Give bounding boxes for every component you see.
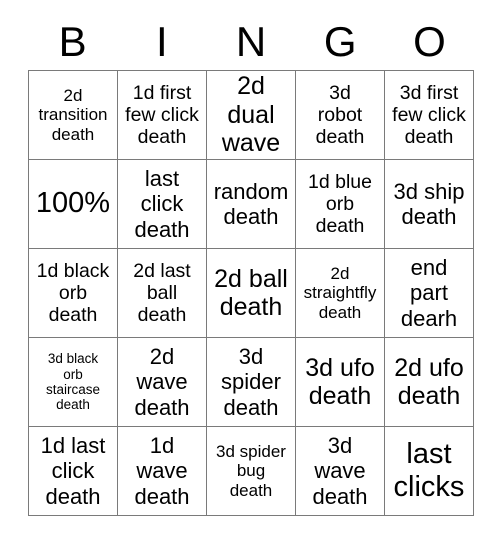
bingo-cell-label: end part dearh (400, 255, 458, 331)
bingo-cell-label: 3d ship death (393, 178, 465, 229)
bingo-cell-label: 1d last click death (40, 433, 106, 509)
bingo-cell-r2c5[interactable]: 3d ship death (385, 160, 474, 249)
bingo-cell-label: 3d robot death (315, 81, 365, 149)
bingo-cell-label: 2d straightfly death (303, 263, 377, 322)
bingo-cell-label: 100% (35, 187, 111, 220)
bingo-cell-r4c2[interactable]: 2d wave death (118, 338, 207, 427)
bingo-cell-r5c4[interactable]: 3d wave death (296, 427, 385, 516)
bingo-cell-label: 1d wave death (134, 433, 190, 509)
header-letter-o: O (413, 18, 446, 65)
bingo-card: B I N G O 2d transition death 1d first fe… (0, 0, 500, 544)
header-letter-n: N (235, 18, 267, 65)
bingo-cell-r3c4[interactable]: 2d straightfly death (296, 249, 385, 338)
bingo-cell-label: 2d wave death (134, 344, 190, 420)
bingo-cell-r2c4[interactable]: 1d blue orb death (296, 160, 385, 249)
bingo-cell-r4c5[interactable]: 2d ufo death (385, 338, 474, 427)
bingo-cell-label: 1d black orb death (36, 259, 110, 327)
bingo-cell-r3c2[interactable]: 2d last ball death (118, 249, 207, 338)
bingo-cell-r3c3[interactable]: 2d ball death (207, 249, 296, 338)
bingo-cell-r4c3[interactable]: 3d spider death (207, 338, 296, 427)
bingo-cell-r5c1[interactable]: 1d last click death (29, 427, 118, 516)
bingo-cell-label: 3d ufo death (305, 353, 375, 411)
bingo-header-row: B I N G O (28, 14, 474, 70)
bingo-cell-r1c4[interactable]: 3d robot death (296, 71, 385, 160)
bingo-grid: 2d transition death 1d first few click de… (28, 70, 474, 516)
bingo-cell-label: 2d ball death (214, 264, 288, 322)
bingo-cell-label: 2d last ball death (133, 259, 191, 327)
bingo-cell-label: 1d first few click death (125, 81, 199, 149)
bingo-cell-r5c3[interactable]: 3d spider bug death (207, 427, 296, 516)
bingo-cell-label: 2d ufo death (394, 353, 464, 411)
bingo-cell-label: last clicks (393, 437, 465, 503)
bingo-cell-label: 3d wave death (312, 433, 368, 509)
bingo-cell-label: 3d black orb staircase death (45, 351, 101, 413)
bingo-cell-r5c5[interactable]: last clicks (385, 427, 474, 516)
bingo-cell-r2c3[interactable]: random death (207, 160, 296, 249)
bingo-cell-r4c4[interactable]: 3d ufo death (296, 338, 385, 427)
bingo-cell-label: random death (213, 178, 289, 229)
header-letter-g: G (323, 18, 357, 65)
bingo-cell-r5c2[interactable]: 1d wave death (118, 427, 207, 516)
bingo-cell-label: last click death (134, 166, 190, 242)
bingo-cell-r2c2[interactable]: last click death (118, 160, 207, 249)
bingo-cell-label: 3d spider death (221, 344, 281, 420)
bingo-cell-label: 3d first few click death (392, 81, 466, 149)
bingo-cell-label: 2d dual wave (221, 72, 281, 158)
bingo-cell-r3c1[interactable]: 1d black orb death (29, 249, 118, 338)
bingo-cell-label: 3d spider bug death (216, 441, 286, 500)
bingo-cell-r4c1[interactable]: 3d black orb staircase death (29, 338, 118, 427)
header-letter-i: I (155, 18, 168, 65)
bingo-cell-r1c3[interactable]: 2d dual wave (207, 71, 296, 160)
bingo-cell-r3c5[interactable]: end part dearh (385, 249, 474, 338)
bingo-cell-r1c5[interactable]: 3d first few click death (385, 71, 474, 160)
bingo-cell-label: 1d blue orb death (308, 170, 372, 238)
bingo-cell-r1c2[interactable]: 1d first few click death (118, 71, 207, 160)
bingo-cell-r2c1[interactable]: 100% (29, 160, 118, 249)
bingo-cell-label: 2d transition death (38, 85, 108, 144)
bingo-cell-r1c1[interactable]: 2d transition death (29, 71, 118, 160)
header-letter-b: B (58, 18, 87, 65)
